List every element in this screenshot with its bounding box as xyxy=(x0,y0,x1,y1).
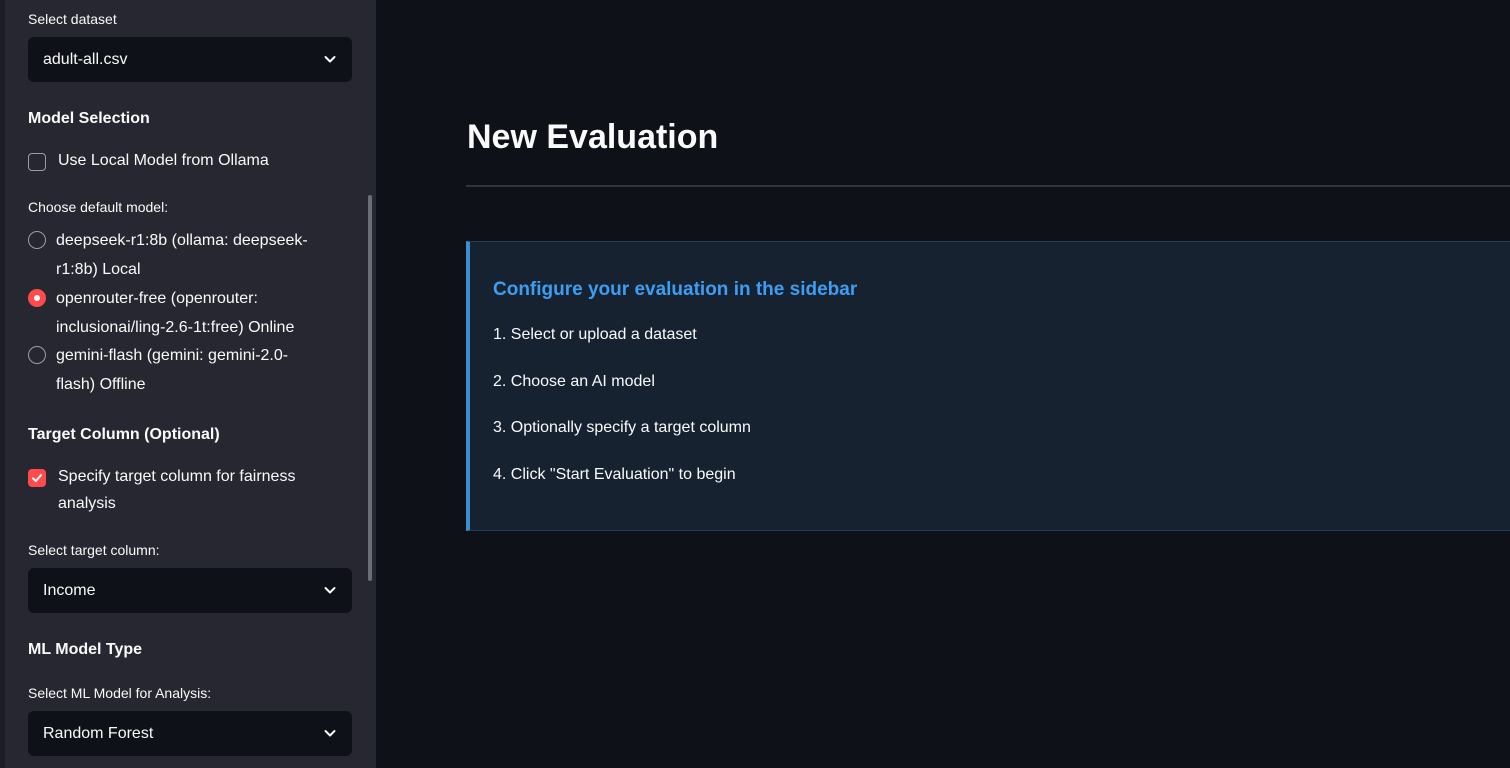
ml-model-select[interactable]: Random Forest xyxy=(28,711,352,756)
specify-target-label[interactable]: Specify target column for fairness analy… xyxy=(58,463,338,517)
model-option-text: flash) Offline xyxy=(56,376,146,393)
divider xyxy=(466,185,1510,187)
sidebar: Select dataset adult-all.csv Model Selec… xyxy=(0,0,376,768)
ml-select-value: Random Forest xyxy=(43,724,154,742)
specify-target-checkbox[interactable] xyxy=(28,469,46,487)
ml-select-label: Select ML Model for Analysis: xyxy=(28,685,212,701)
checkmark-icon xyxy=(32,474,42,482)
use-local-model-label[interactable]: Use Local Model from Ollama xyxy=(58,147,269,174)
target-select-value: Income xyxy=(43,581,96,599)
info-step: 3. Optionally specify a target column xyxy=(493,419,751,436)
sidebar-edge xyxy=(0,0,5,768)
target-column-select[interactable]: Income xyxy=(28,568,352,613)
target-column-title: Target Column (Optional) xyxy=(28,426,220,443)
info-step: 2. Choose an AI model xyxy=(493,373,655,390)
chevron-down-icon xyxy=(324,56,336,63)
model-option-text: r1:8b) Local xyxy=(56,261,141,278)
model-radio-gemini[interactable] xyxy=(28,346,46,364)
default-model-label: Choose default model: xyxy=(28,199,169,215)
model-option-deepseek[interactable]: deepseek-r1:8b (ollama: deepseek- r1:8b)… xyxy=(56,226,336,284)
sidebar-scrollbar[interactable] xyxy=(368,195,372,581)
dataset-select-value: adult-all.csv xyxy=(43,50,128,68)
dataset-select[interactable]: adult-all.csv xyxy=(28,37,352,82)
use-local-model-checkbox[interactable] xyxy=(28,153,46,171)
specify-target-text: analysis xyxy=(58,495,116,512)
page-title: New Evaluation xyxy=(467,118,719,156)
specify-target-text: Specify target column for fairness xyxy=(58,468,296,485)
ml-model-type-title: ML Model Type xyxy=(28,641,143,658)
info-box: Configure your evaluation in the sidebar… xyxy=(466,241,1510,531)
model-option-openrouter[interactable]: openrouter-free (openrouter: inclusionai… xyxy=(56,284,336,342)
chevron-down-icon xyxy=(324,730,336,737)
model-option-text: gemini-flash (gemini: gemini-2.0- xyxy=(56,347,289,364)
model-selection-title: Model Selection xyxy=(28,110,150,127)
model-option-text: deepseek-r1:8b (ollama: deepseek- xyxy=(56,232,308,249)
model-radio-deepseek[interactable] xyxy=(28,231,46,249)
chevron-down-icon xyxy=(324,587,336,594)
model-option-text: inclusionai/ling-2.6-1t:free) Online xyxy=(56,319,295,336)
model-radio-openrouter[interactable] xyxy=(28,289,46,307)
app: Select dataset adult-all.csv Model Selec… xyxy=(0,0,1510,768)
model-option-text: openrouter-free (openrouter: xyxy=(56,290,258,307)
dataset-label: Select dataset xyxy=(28,11,117,27)
main-content: New Evaluation Configure your evaluation… xyxy=(376,0,1510,768)
target-select-label: Select target column: xyxy=(28,542,160,558)
info-step: 1. Select or upload a dataset xyxy=(493,326,697,343)
info-step: 4. Click "Start Evaluation" to begin xyxy=(493,466,736,483)
model-option-gemini[interactable]: gemini-flash (gemini: gemini-2.0- flash)… xyxy=(56,341,336,399)
info-heading: Configure your evaluation in the sidebar xyxy=(493,279,858,300)
